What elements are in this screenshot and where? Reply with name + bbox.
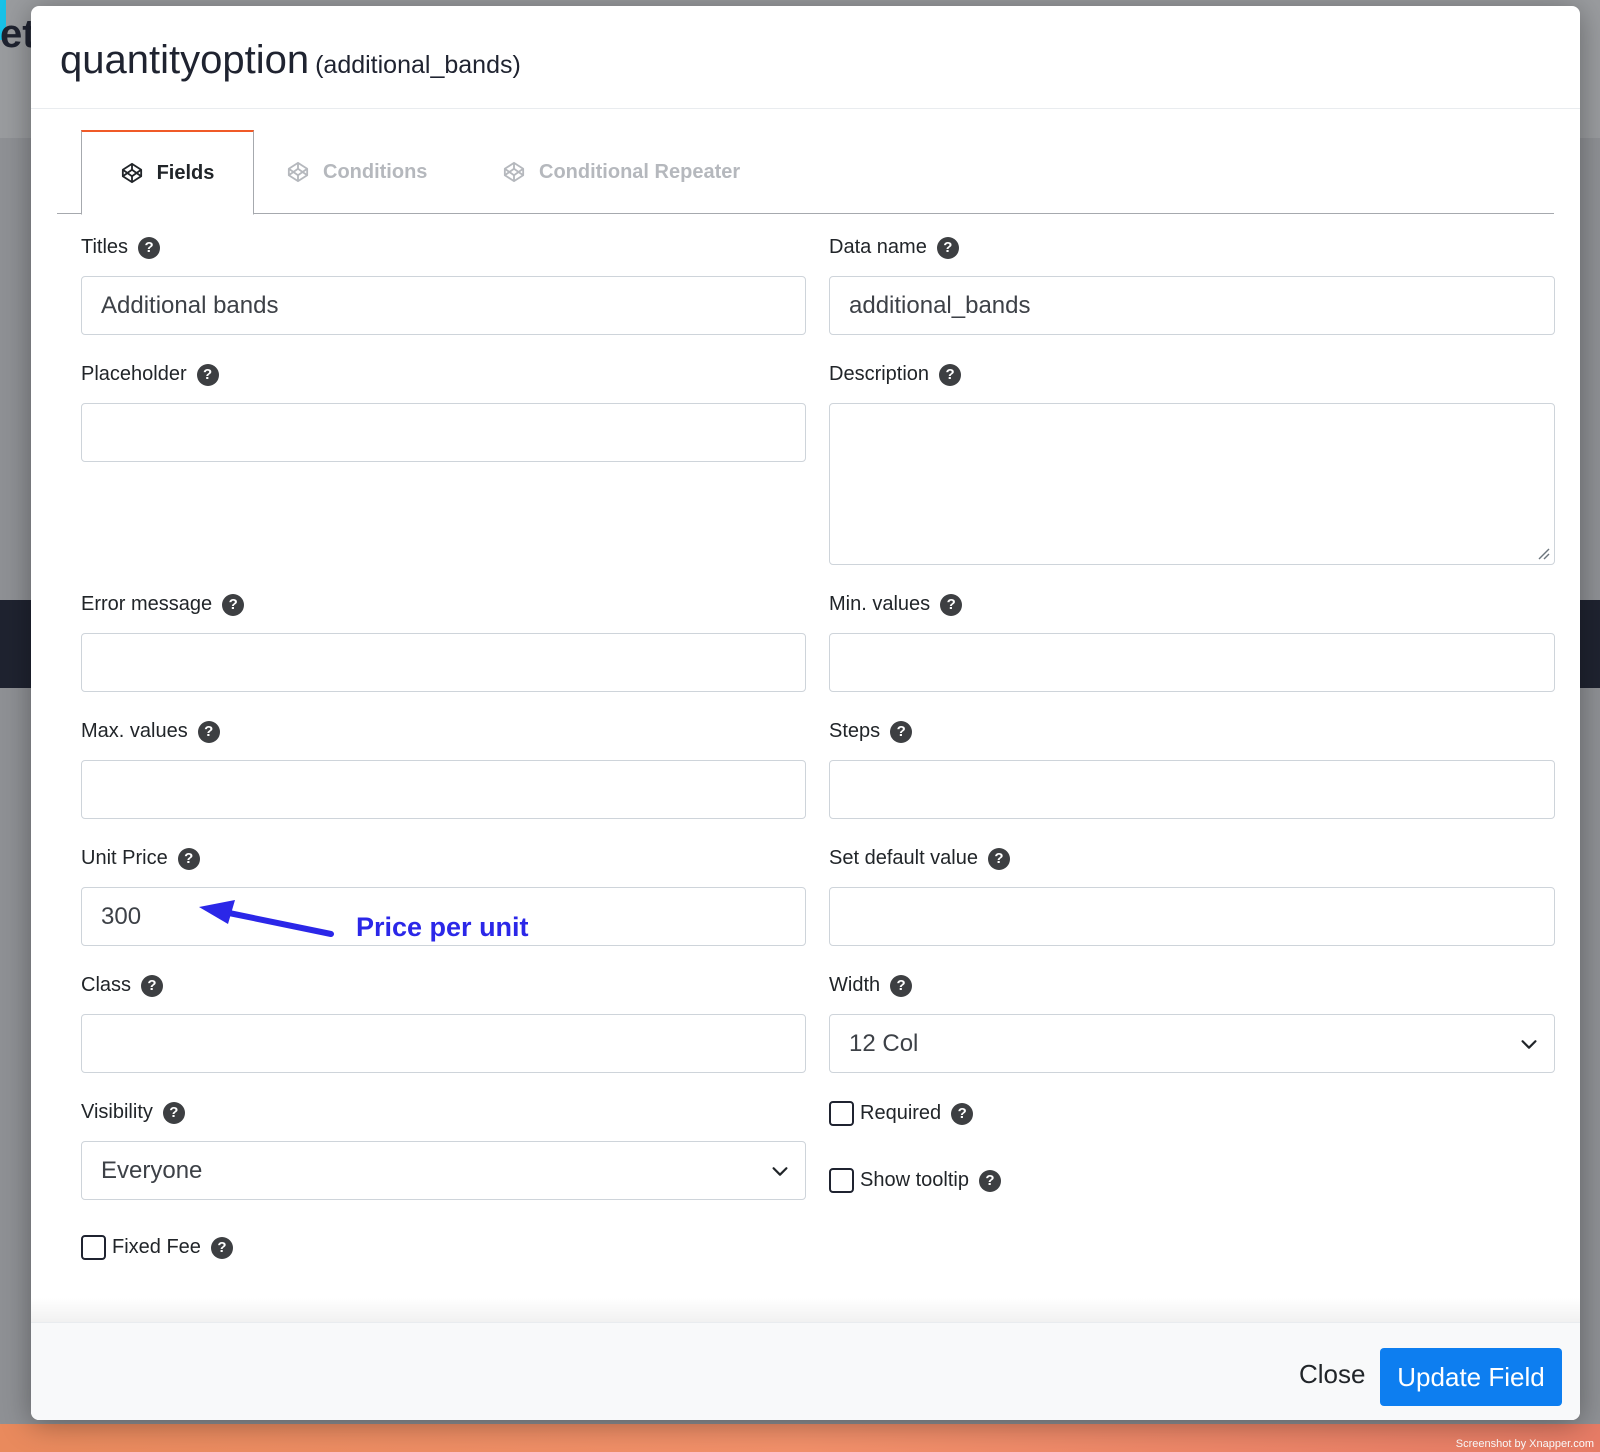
data-name-input-value: additional_bands bbox=[849, 291, 1031, 319]
unit-price-label: Unit Price? bbox=[81, 847, 200, 870]
description-label-text: Description bbox=[829, 363, 930, 385]
visibility-label: Visibility? bbox=[81, 1101, 185, 1124]
codepen-icon bbox=[287, 161, 309, 183]
default-value-input[interactable] bbox=[829, 887, 1555, 946]
help-icon[interactable]: ? bbox=[951, 1102, 974, 1125]
annotation-label: Price per unit bbox=[356, 912, 529, 942]
data-name-label: Data name? bbox=[829, 236, 959, 259]
visibility-select[interactable]: Everyone bbox=[81, 1141, 806, 1200]
footer-divider bbox=[31, 1298, 1580, 1322]
modal-header: quantityoption (additional_bands) bbox=[31, 6, 1580, 109]
min-values-label: Min. values? bbox=[829, 593, 963, 616]
class-input[interactable] bbox=[81, 1014, 806, 1073]
help-icon[interactable]: ? bbox=[936, 236, 959, 259]
required-checkbox-row: Required? bbox=[829, 1101, 974, 1126]
modal-subtitle: (additional_bands) bbox=[315, 51, 521, 79]
steps-label: Steps? bbox=[829, 720, 913, 743]
description-textarea[interactable] bbox=[829, 403, 1555, 565]
placeholder-input[interactable] bbox=[81, 403, 806, 462]
help-icon[interactable]: ? bbox=[210, 1236, 233, 1259]
show-tooltip-checkbox[interactable] bbox=[829, 1168, 854, 1193]
placeholder-label: Placeholder? bbox=[81, 363, 219, 386]
placeholder-label-text: Placeholder bbox=[81, 363, 187, 385]
help-icon[interactable]: ? bbox=[222, 593, 245, 616]
help-icon[interactable]: ? bbox=[940, 593, 963, 616]
unit-price-input-value: 300 bbox=[101, 902, 142, 930]
tab-fields-label: Fields bbox=[156, 161, 215, 184]
description-label: Description? bbox=[829, 363, 962, 386]
width-select-value: 12 Col bbox=[849, 1029, 919, 1057]
max-values-input[interactable] bbox=[81, 760, 806, 819]
tab-conditions[interactable]: Conditions bbox=[287, 130, 427, 214]
tab-conditional-repeater[interactable]: Conditional Repeater bbox=[503, 130, 740, 214]
min-values-label-text: Min. values bbox=[829, 593, 931, 615]
fixed-fee-label: Fixed Fee bbox=[112, 1236, 201, 1258]
modal-footer: Close Update Field bbox=[31, 1322, 1580, 1420]
titles-label: Titles? bbox=[81, 236, 161, 259]
error-message-input[interactable] bbox=[81, 633, 806, 692]
backdrop-bottom-strip bbox=[0, 1424, 1600, 1452]
class-label: Class? bbox=[81, 974, 164, 997]
help-icon[interactable]: ? bbox=[988, 847, 1010, 870]
screenshot-credit: Screenshot by Xnapper.com bbox=[1455, 1438, 1594, 1450]
annotation-arrow-icon bbox=[195, 896, 336, 939]
visibility-label-text: Visibility bbox=[81, 1101, 153, 1123]
error-message-label: Error message? bbox=[81, 593, 245, 616]
default-value-label: Set default value? bbox=[829, 847, 1010, 870]
width-label-text: Width bbox=[829, 974, 881, 996]
width-select[interactable]: 12 Col bbox=[829, 1014, 1555, 1073]
help-icon[interactable]: ? bbox=[890, 974, 913, 997]
tab-conditional-repeater-label: Conditional Repeater bbox=[539, 160, 741, 183]
help-icon[interactable]: ? bbox=[141, 974, 164, 997]
data-name-label-text: Data name bbox=[829, 236, 927, 258]
default-value-label-text: Set default value bbox=[829, 847, 978, 869]
titles-label-text: Titles bbox=[81, 236, 129, 258]
required-label: Required bbox=[860, 1102, 942, 1124]
resize-grip-icon[interactable] bbox=[1536, 546, 1550, 560]
update-field-button[interactable]: Update Field bbox=[1380, 1348, 1562, 1406]
help-icon[interactable]: ? bbox=[197, 720, 220, 743]
steps-label-text: Steps bbox=[829, 720, 881, 742]
help-icon[interactable]: ? bbox=[978, 1169, 1001, 1192]
required-checkbox[interactable] bbox=[829, 1101, 854, 1126]
steps-input[interactable] bbox=[829, 760, 1555, 819]
max-values-label-text: Max. values bbox=[81, 720, 188, 742]
modal-title: quantityoption (additional_bands) bbox=[60, 38, 521, 83]
close-button[interactable]: Close bbox=[1299, 1359, 1365, 1390]
visibility-select-value: Everyone bbox=[101, 1156, 203, 1184]
width-label: Width? bbox=[829, 974, 913, 997]
modal-title-text: quantityoption bbox=[60, 38, 310, 82]
help-icon[interactable]: ? bbox=[162, 1101, 185, 1124]
chevron-down-icon bbox=[772, 1167, 788, 1176]
class-label-text: Class bbox=[81, 974, 132, 996]
fixed-fee-checkbox[interactable] bbox=[81, 1235, 106, 1260]
titles-input[interactable]: Additional bands bbox=[81, 276, 806, 335]
help-icon[interactable]: ? bbox=[196, 363, 219, 386]
max-values-label: Max. values? bbox=[81, 720, 220, 743]
show-tooltip-checkbox-row: Show tooltip? bbox=[829, 1168, 1001, 1193]
chevron-down-icon bbox=[1521, 1040, 1537, 1049]
help-icon[interactable]: ? bbox=[138, 236, 161, 259]
titles-input-value: Additional bands bbox=[101, 291, 279, 319]
tab-conditions-label: Conditions bbox=[323, 160, 428, 183]
codepen-icon bbox=[503, 161, 525, 183]
min-values-input[interactable] bbox=[829, 633, 1555, 692]
help-icon[interactable]: ? bbox=[177, 847, 200, 870]
unit-price-label-text: Unit Price bbox=[81, 847, 168, 869]
show-tooltip-label: Show tooltip bbox=[860, 1169, 969, 1191]
data-name-input[interactable]: additional_bands bbox=[829, 276, 1555, 335]
fixed-fee-checkbox-row: Fixed Fee? bbox=[81, 1235, 233, 1260]
tab-fields[interactable]: Fields bbox=[81, 130, 254, 215]
error-message-label-text: Error message bbox=[81, 593, 213, 615]
codepen-icon bbox=[121, 162, 142, 184]
help-icon[interactable]: ? bbox=[890, 720, 913, 743]
field-edit-modal: quantityoption (additional_bands) Fields … bbox=[31, 6, 1580, 1420]
help-icon[interactable]: ? bbox=[939, 363, 962, 386]
tab-bar: Fields Conditions Conditional Repeater bbox=[57, 130, 1554, 215]
